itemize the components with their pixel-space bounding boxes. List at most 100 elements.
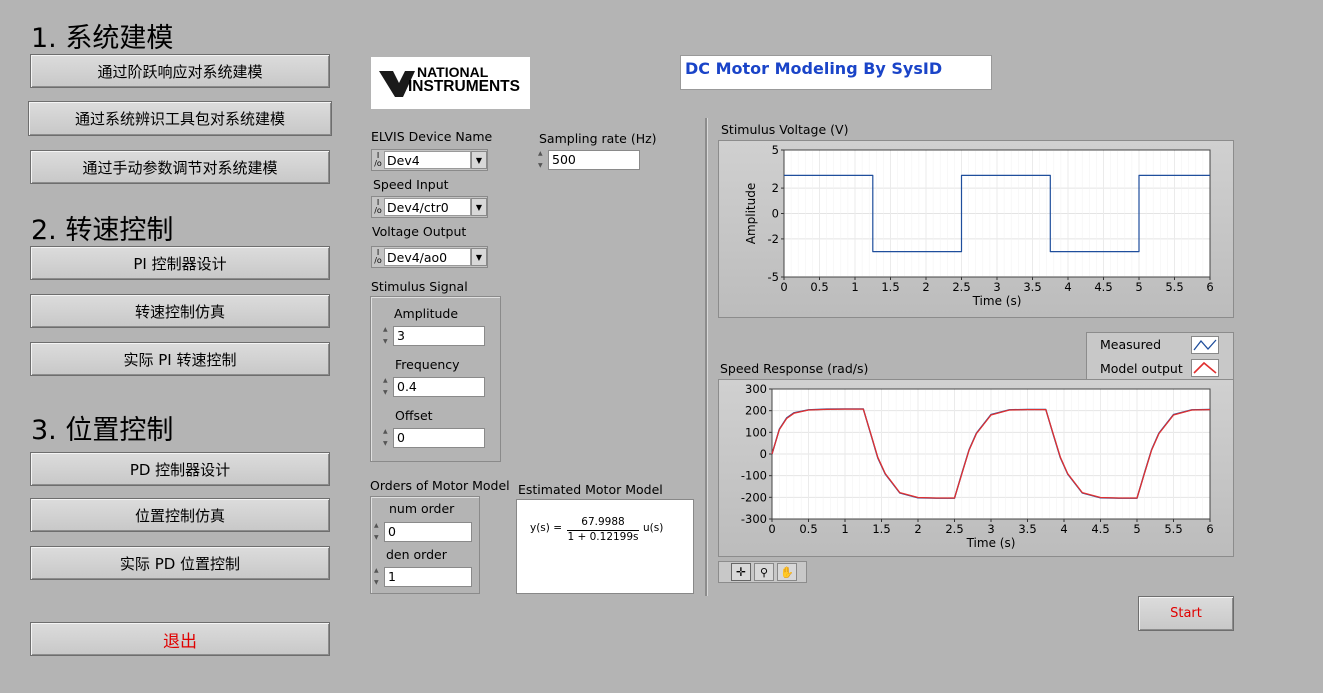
frequency-input[interactable]: 0.4 <box>393 377 485 397</box>
x-tick-label: 5.5 <box>1165 280 1183 294</box>
x-tick-label: 3.5 <box>1023 280 1041 294</box>
y-tick-label: -200 <box>741 490 767 504</box>
increment-decrement-icon[interactable]: ▲ ▼ <box>383 427 393 449</box>
pi-controller-design-button[interactable]: PI 控制器设计 <box>30 246 330 280</box>
x-tick-label: 1 <box>841 522 848 536</box>
y-tick-label: 200 <box>745 404 767 418</box>
legend-measured-swatch[interactable] <box>1191 336 1219 354</box>
speed-response-graph: 0 0.5 1 1.5 2 2.5 3 3.5 4 4.5 5 5.5 6 300 200 100 0 -100 -… <box>718 379 1234 557</box>
den-order-control[interactable]: ▲ ▼ 1 <box>374 566 472 588</box>
dropdown-arrow-icon[interactable]: ▼ <box>471 248 487 266</box>
x-tick-label: 2.5 <box>945 522 963 536</box>
amplitude-input[interactable]: 3 <box>393 326 485 346</box>
offset-input[interactable]: 0 <box>393 428 485 448</box>
voltage-output-select[interactable]: I/o Dev4/ao0 ▼ <box>371 246 488 268</box>
y-tick-label: -100 <box>741 469 767 483</box>
x-tick-label: 4.5 <box>1091 522 1109 536</box>
x-tick-label: 0 <box>768 522 775 536</box>
elvis-device-select[interactable]: I/o Dev4 ▼ <box>371 149 488 171</box>
increment-decrement-icon[interactable]: ▲ ▼ <box>374 521 384 543</box>
increment-decrement-icon[interactable]: ▲ ▼ <box>383 325 393 347</box>
x-tick-label: 0.5 <box>810 280 828 294</box>
x-axis-label: Time (s) <box>972 294 1022 308</box>
logo-text-instruments: INSTRUMENTS <box>408 78 520 95</box>
speed-control-simulation-button[interactable]: 转速控制仿真 <box>30 294 330 328</box>
x-tick-label: 4 <box>1064 280 1071 294</box>
y-tick-label: -5 <box>768 270 779 284</box>
sampling-rate-control[interactable]: ▲ ▼ 500 <box>538 149 640 171</box>
vi-title-box: DC Motor Modeling By SysID <box>680 55 992 90</box>
real-pi-speed-control-button[interactable]: 实际 PI 转速控制 <box>30 342 330 376</box>
sampling-rate-input[interactable]: 500 <box>548 150 640 170</box>
zoom-icon[interactable]: ⚲ <box>754 563 774 581</box>
step-response-modeling-button[interactable]: 通过阶跃响应对系统建模 <box>30 54 330 88</box>
increment-decrement-icon[interactable]: ▲ ▼ <box>538 149 548 171</box>
num-order-control[interactable]: ▲ ▼ 0 <box>374 521 472 543</box>
y-tick-label: -300 <box>741 512 767 526</box>
stimulus-signal-label: Stimulus Signal <box>371 279 468 294</box>
position-control-simulation-button[interactable]: 位置控制仿真 <box>30 498 330 532</box>
start-button[interactable]: Start <box>1138 596 1234 631</box>
den-order-label: den order <box>386 547 447 562</box>
x-tick-label: 6 <box>1206 280 1213 294</box>
stimulus-voltage-graph: 0 0.5 1 1.5 2 2.5 3 3.5 4 4.5 5 5.5 6 5 2 0 -2 -5 Time (s)… <box>718 140 1234 318</box>
chart2-title: Speed Response (rad/s) <box>720 361 869 376</box>
section-title-position: 3. 位置控制 <box>31 415 174 446</box>
offset-control[interactable]: ▲ ▼ 0 <box>383 427 485 449</box>
voltage-output-label: Voltage Output <box>372 224 467 239</box>
x-tick-label: 1 <box>851 280 858 294</box>
y-tick-label: 2 <box>772 181 779 195</box>
hand-icon[interactable]: ✋ <box>777 563 797 581</box>
x-tick-label: 4 <box>1060 522 1067 536</box>
x-tick-label: 6 <box>1206 522 1213 536</box>
voltage-output-value: Dev4/ao0 <box>384 248 471 266</box>
model-numerator: 67.9988 <box>581 516 625 528</box>
y-tick-label: 5 <box>772 143 779 157</box>
real-pd-position-control-button[interactable]: 实际 PD 位置控制 <box>30 546 330 580</box>
frequency-label: Frequency <box>395 357 460 372</box>
den-order-input[interactable]: 1 <box>384 567 472 587</box>
y-tick-label: 100 <box>745 425 767 439</box>
x-tick-label: 2 <box>922 280 929 294</box>
vi-title: DC Motor Modeling By SysID <box>685 59 943 78</box>
estimated-model-label: Estimated Motor Model <box>518 482 663 497</box>
model-lhs: y(s) = <box>530 522 563 534</box>
speed-input-label: Speed Input <box>373 177 449 192</box>
num-order-input[interactable]: 0 <box>384 522 472 542</box>
sysid-toolkit-modeling-button[interactable]: 通过系统辨识工具包对系统建模 <box>28 101 332 136</box>
frequency-control[interactable]: ▲ ▼ 0.4 <box>383 376 485 398</box>
y-tick-label: 300 <box>745 382 767 396</box>
legend-model-label: Model output <box>1100 361 1183 376</box>
offset-label: Offset <box>395 408 433 423</box>
x-tick-label: 1.5 <box>872 522 890 536</box>
x-tick-label: 3.5 <box>1018 522 1036 536</box>
increment-decrement-icon[interactable]: ▲ ▼ <box>383 376 393 398</box>
increment-decrement-icon[interactable]: ▲ ▼ <box>374 566 384 588</box>
y-axis-label: Amplitude <box>744 183 758 245</box>
section-title-speed: 2. 转速控制 <box>31 215 174 246</box>
io-name-icon: I/o <box>374 198 382 215</box>
amplitude-control[interactable]: ▲ ▼ 3 <box>383 325 485 347</box>
pd-controller-design-button[interactable]: PD 控制器设计 <box>30 452 330 486</box>
speed-input-select[interactable]: I/o Dev4/ctr0 ▼ <box>371 196 488 218</box>
ni-logo: NATIONAL INSTRUMENTS <box>371 57 530 109</box>
dropdown-arrow-icon[interactable]: ▼ <box>471 151 487 169</box>
legend-model-swatch[interactable] <box>1191 359 1219 377</box>
io-name-icon: I/o <box>374 151 382 168</box>
y-tick-label: 0 <box>760 447 767 461</box>
manual-tuning-modeling-button[interactable]: 通过手动参数调节对系统建模 <box>30 150 330 184</box>
chart1-title: Stimulus Voltage (V) <box>721 122 849 137</box>
x-tick-label: 0 <box>780 280 787 294</box>
dropdown-arrow-icon[interactable]: ▼ <box>471 198 487 216</box>
model-denominator: 1 + 0.12199s <box>567 531 639 543</box>
legend-measured-label: Measured <box>1100 337 1162 352</box>
elvis-device-label: ELVIS Device Name <box>371 129 493 144</box>
x-tick-label: 5 <box>1133 522 1140 536</box>
plot-legend[interactable]: Measured Model output <box>1086 332 1234 380</box>
crosshair-icon[interactable]: ✛ <box>731 563 751 581</box>
exit-button[interactable]: 退出 <box>30 622 330 656</box>
estimated-model-display: y(s) = 67.9988 1 + 0.12199s u(s) <box>516 499 694 594</box>
x-tick-label: 5.5 <box>1164 522 1182 536</box>
section-title-modeling: 1. 系统建模 <box>31 23 174 54</box>
x-tick-label: 0.5 <box>799 522 817 536</box>
